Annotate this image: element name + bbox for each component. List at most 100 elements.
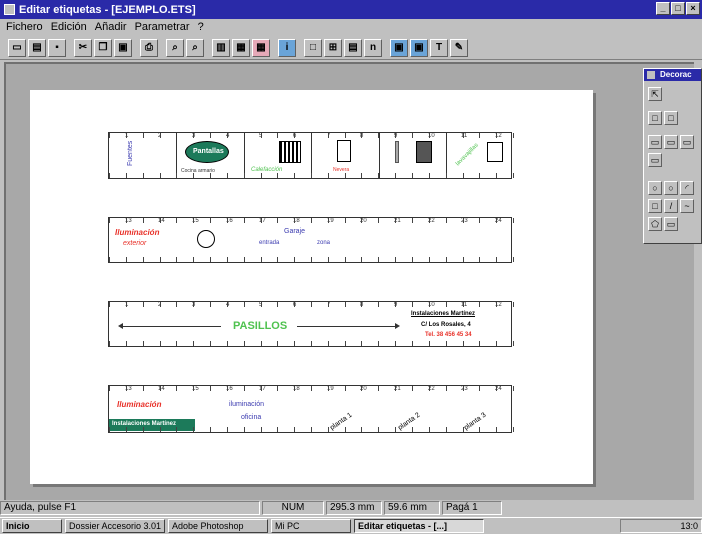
label-text: planta 3 [463,411,488,432]
tool-icon[interactable]: ▭ [648,153,662,167]
magic-icon[interactable]: ✎ [450,38,468,57]
layout-icon[interactable]: ▥ [212,38,230,57]
zoom-out-icon[interactable]: ⌕ [186,38,204,57]
rows-icon[interactable]: ▤ [344,38,362,57]
arc-tool-icon[interactable]: ◜ [680,181,694,195]
window-controls: _ □ × [656,2,700,15]
ruler-tick [463,173,464,178]
line-tool-icon[interactable]: / [664,199,678,213]
status-x: 295.3 mm [326,501,382,515]
menu-help[interactable]: ? [198,21,204,33]
task-editar-etiquetas[interactable]: Editar etiquetas - [...] [354,519,484,533]
ruler-tick [446,427,447,432]
ruler-tick [328,427,329,432]
ruler-tick [412,133,413,138]
appliance-icon [416,141,432,163]
pointer-tool-icon[interactable]: ⇱ [648,87,662,101]
minimize-button[interactable]: _ [656,2,670,15]
label-strip-3[interactable]: 123456789101112 PASILLOS Instalaciones M… [108,301,514,347]
menu-fichero[interactable]: Fichero [6,21,43,33]
start-button[interactable]: Inicio [2,519,62,533]
grid-icon[interactable]: ▦ [232,38,250,57]
ruler-tick [261,386,262,391]
circle-tool-icon[interactable]: ○ [664,181,678,195]
ruler-tick [227,173,228,178]
ruler-tick [496,133,497,138]
ruler-tick [143,173,144,178]
ruler-tick [277,302,278,307]
ruler-tick [109,173,110,178]
zoom-in-icon[interactable]: ⌕ [166,38,184,57]
ruler-tick [261,427,262,432]
label-strip-1[interactable]: 123456789101112 Fuentes Pantallas Cocina… [108,132,514,179]
palette-menu-icon[interactable] [647,71,655,79]
label-text: zona [317,240,331,246]
curve-tool-icon[interactable]: ~ [680,199,694,213]
copy-icon[interactable]: ❐ [94,38,112,57]
menu-anadir[interactable]: Añadir [95,21,127,33]
ruler-tick [463,386,464,391]
ruler-tick [143,341,144,346]
tool-icon[interactable]: ▭ [664,217,678,231]
app-icon[interactable] [4,4,15,15]
frame-icon[interactable]: □ [304,38,322,57]
table-icon[interactable]: ⊞ [324,38,342,57]
tool-icon[interactable]: □ [664,111,678,125]
menu-parametrar[interactable]: Parametrar [135,21,190,33]
ruler-number: 23 [461,218,468,224]
ruler-tick [412,173,413,178]
ruler-tick [176,427,177,432]
tool-icon[interactable]: ▭ [664,135,678,149]
tool-icon[interactable]: ▭ [680,135,694,149]
ellipse-tool-icon[interactable]: ○ [648,181,662,195]
label-text: PASILLOS [233,320,288,332]
label-text: Instalaciones Martínez [411,311,476,317]
ruler-tick [378,257,379,262]
label-text: Instalaciones Martínez [112,421,177,427]
label-strip-4[interactable]: 13 14 15 16 17 18 19 20 21 22 23 24 Iluminación Ins… [108,385,514,433]
ruler-tick [261,302,262,307]
picture-icon[interactable]: ▣ [410,38,428,57]
number-icon[interactable]: n [364,38,382,57]
ruler-tick [395,218,396,223]
task-dossier[interactable]: Dossier Accesorio 3.01 [65,519,165,533]
palette-title-bar[interactable]: Decorac [644,69,701,81]
ruler-tick [143,427,144,432]
tool-icon[interactable]: □ [648,111,662,125]
ruler-tick [143,133,144,138]
ruler-tick [513,386,514,391]
ruler-tick [193,257,194,262]
decoration-palette[interactable]: Decorac ⇱ □ □ ▭ ▭ ▭ ▭ ○ ○ ◜ □ / ~ ⬠ ▭ [643,68,702,244]
cell-divider [311,133,312,178]
new-icon[interactable]: ▭ [8,38,26,57]
ruler-tick [446,341,447,346]
image-icon[interactable]: ▣ [390,38,408,57]
text-tool-icon[interactable]: T [430,38,448,57]
paste-icon[interactable]: ▣ [114,38,132,57]
cut-icon[interactable]: ✂ [74,38,92,57]
label-text: Fuentes [127,140,134,166]
ruler-tick [496,341,497,346]
polygon-tool-icon[interactable]: ⬠ [648,217,662,231]
close-button[interactable]: × [686,2,700,15]
print-icon[interactable]: ⎙ [140,38,158,57]
task-photoshop[interactable]: Adobe Photoshop [168,519,268,533]
ruler-tick [395,302,396,307]
ruler-tick [294,302,295,307]
tool-icon[interactable]: ▭ [648,135,662,149]
open-icon[interactable]: ▤ [28,38,46,57]
label-strip-2[interactable]: 13 14 15 16 17 18 19 20 21 22 23 24 Iluminación ext… [108,217,514,263]
info-icon[interactable]: i [278,38,296,57]
task-mi-pc[interactable]: Mi PC [271,519,351,533]
menu-edicion[interactable]: Edición [51,21,87,33]
rectangle-tool-icon[interactable]: □ [648,199,662,213]
ruler-tick [210,218,211,223]
ruler-tick [294,386,295,391]
save-icon[interactable]: ▪ [48,38,66,57]
ruler-tick [513,302,514,307]
ruler-tick [210,302,211,307]
ruler-tick [244,257,245,262]
maximize-button[interactable]: □ [671,2,685,15]
clock: 13:0 [680,521,698,531]
color-icon[interactable]: ▦ [252,38,270,57]
